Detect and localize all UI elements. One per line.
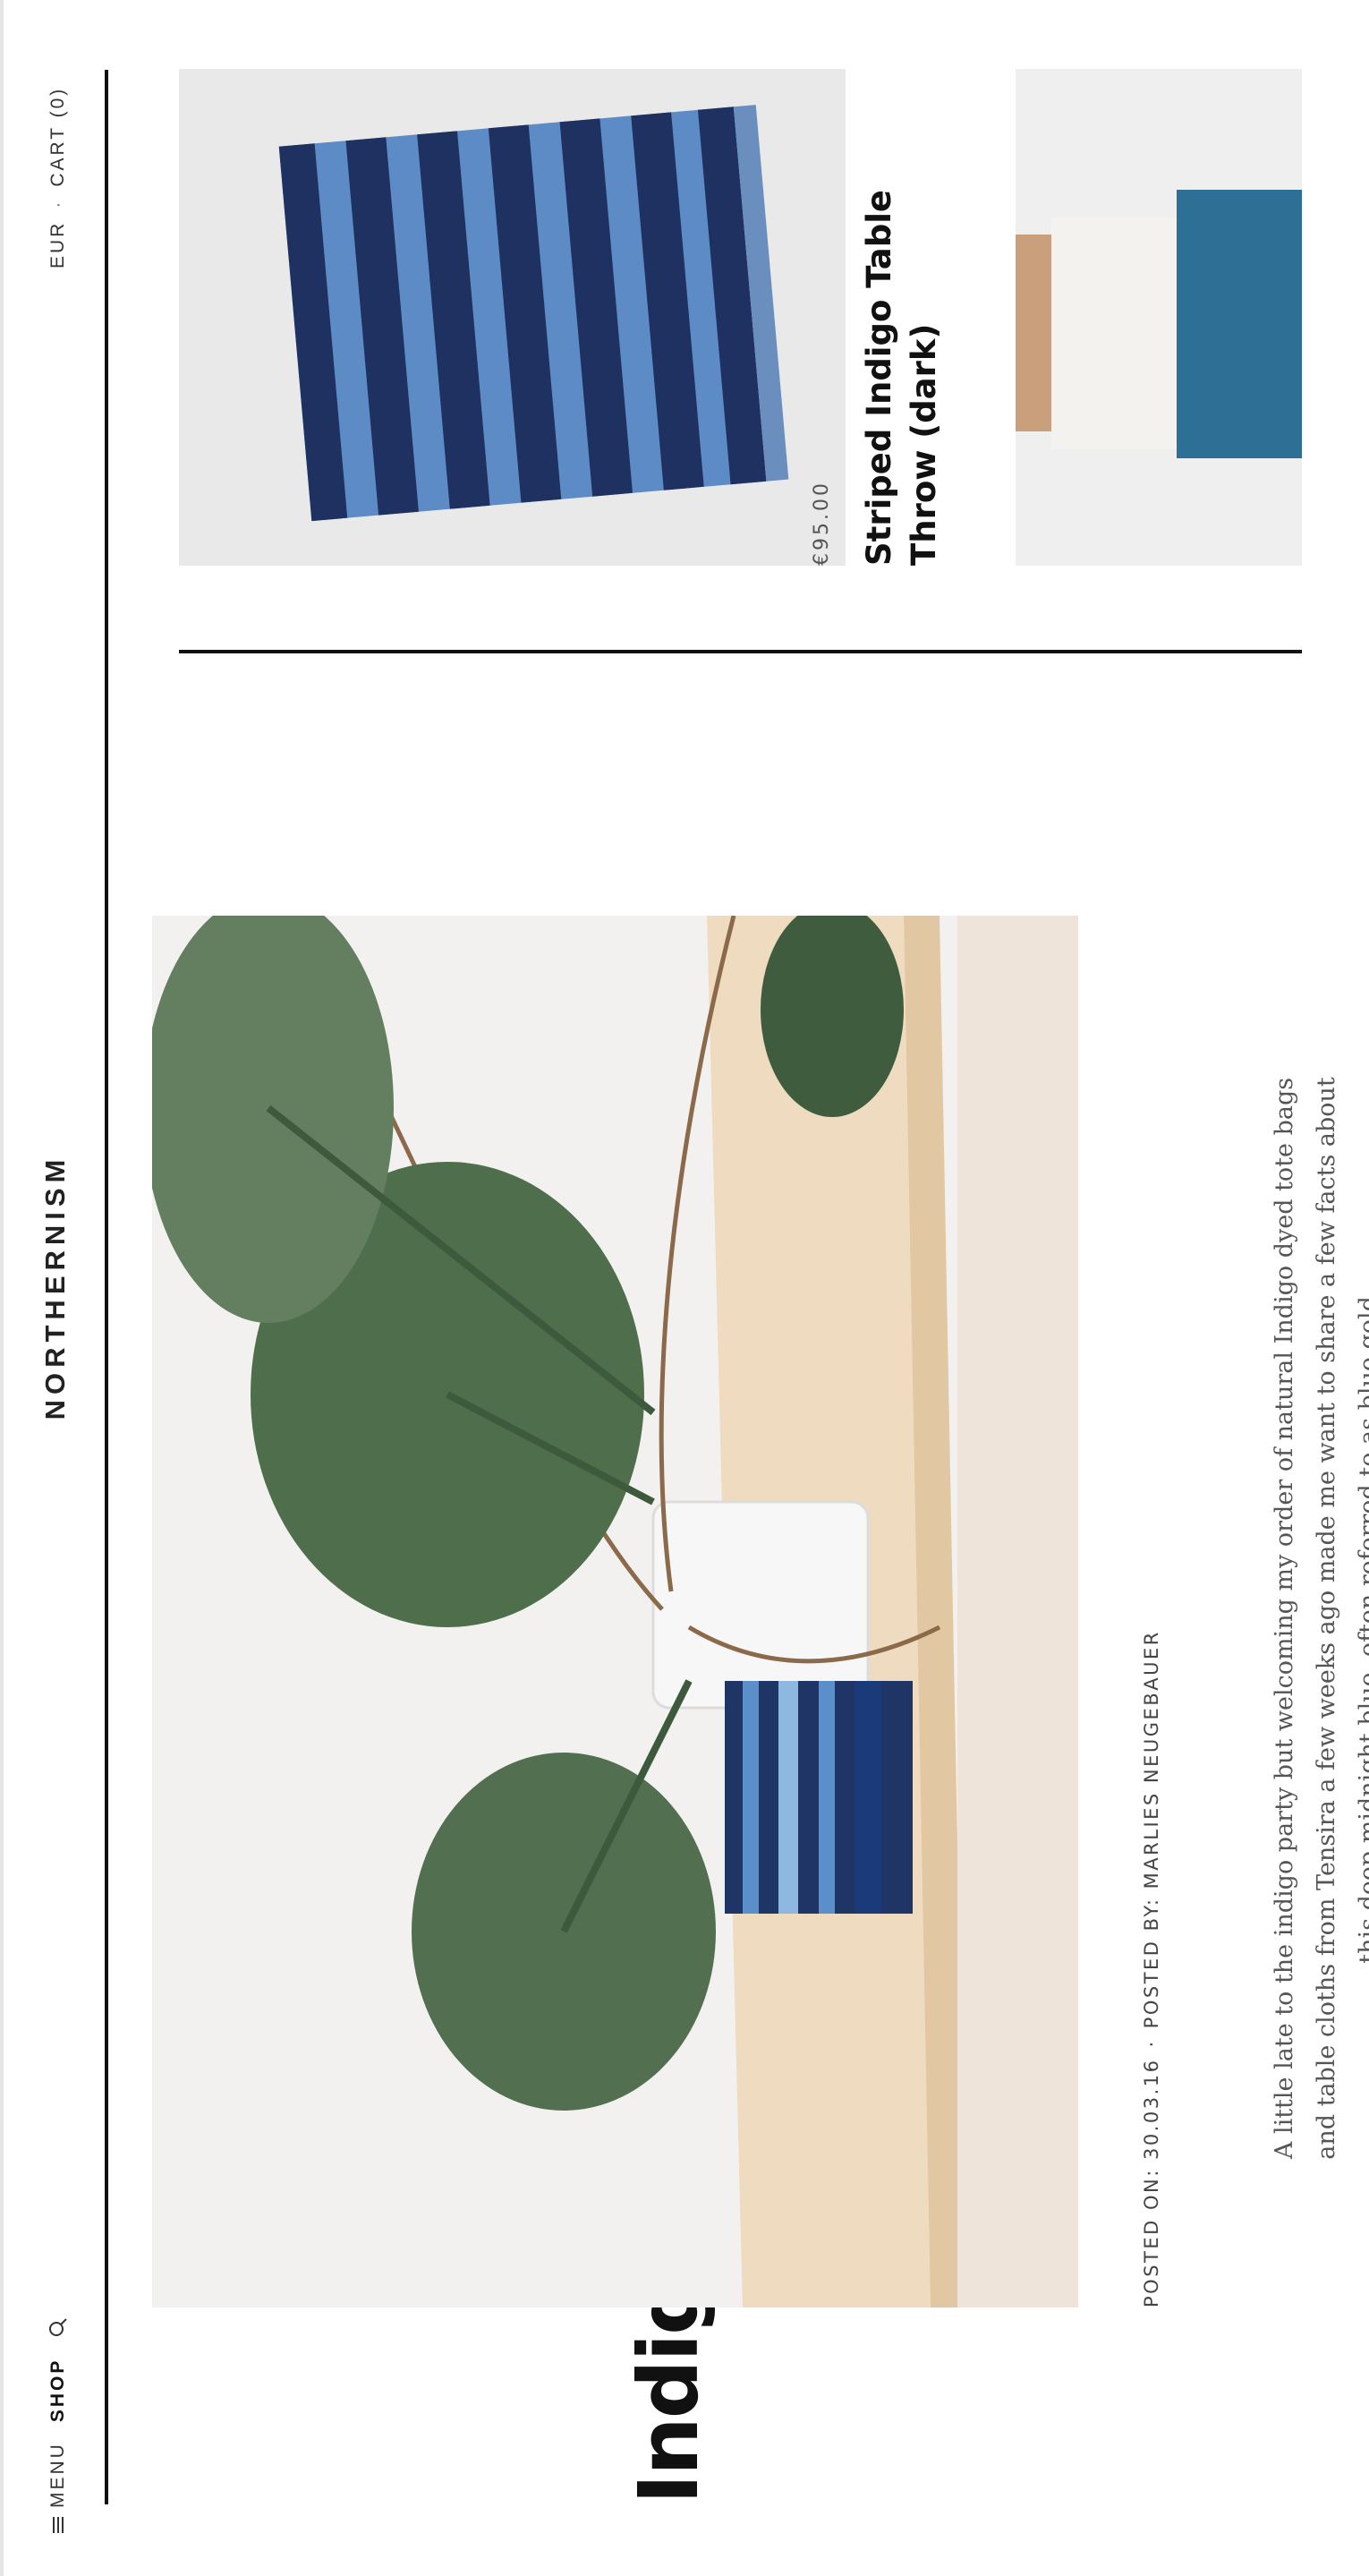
header-divider: [105, 70, 108, 2504]
hamburger-icon: [52, 2517, 64, 2533]
product-card[interactable]: [1016, 69, 1302, 566]
meta-separator: ·: [1141, 2039, 1162, 2048]
search-icon[interactable]: [47, 2316, 70, 2339]
header-right-nav: EUR · CART (0): [43, 87, 73, 269]
product-image[interactable]: [1016, 69, 1302, 566]
page: MENU SHOP NORTHERNISM EUR · CART (0) Ind…: [0, 0, 1369, 2576]
menu-label: MENU: [47, 2442, 68, 2508]
related-divider: [179, 650, 1302, 653]
article-meta: POSTED ON: 30.03.16 · POSTED BY: MARLIES…: [1141, 1630, 1162, 2307]
article-excerpt: A little late to the indigo party but we…: [1271, 1077, 1369, 2160]
product-name[interactable]: Striped Indigo Table Throw (dark): [857, 118, 947, 566]
product-image[interactable]: [179, 69, 846, 566]
posted-date: POSTED ON: 30.03.16: [1141, 2058, 1162, 2307]
product-card[interactable]: [179, 69, 846, 566]
brand-logo[interactable]: NORTHERNISM: [39, 1153, 72, 1421]
posted-author: POSTED BY: MARLIES NEUGEBAUER: [1141, 1630, 1162, 2029]
header-left-nav: MENU SHOP: [43, 2316, 73, 2533]
nav-separator: ·: [47, 199, 68, 209]
article-hero-image[interactable]: [152, 916, 1078, 2307]
product-price: €95.00: [811, 481, 833, 566]
shop-link[interactable]: SHOP: [47, 2358, 69, 2423]
cart-link[interactable]: CART (0): [47, 87, 69, 187]
page-edge: [0, 0, 4, 2576]
currency-selector[interactable]: EUR: [47, 221, 69, 269]
menu-button[interactable]: MENU: [47, 2442, 69, 2533]
